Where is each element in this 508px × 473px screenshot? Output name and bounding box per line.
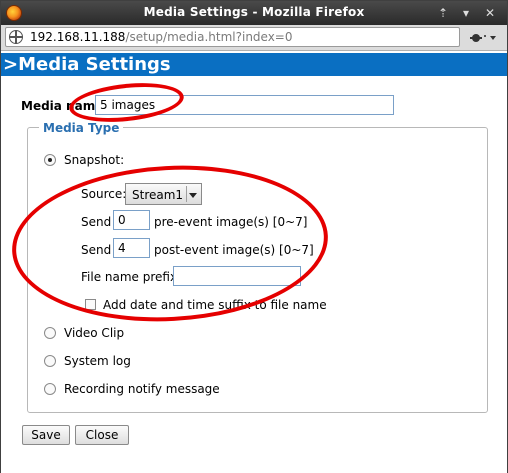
addon-toolbar-icon[interactable] [468,30,498,46]
address-bar: 192.168.11.188/setup/media.html?index=0 [1,25,507,51]
pre-event-input[interactable] [113,210,150,230]
pre-event-label: pre-event image(s) [0~7] [154,215,308,229]
chevron-down-icon [189,193,197,198]
close-button[interactable]: Close [75,425,129,445]
source-select[interactable]: Stream1 [125,183,202,205]
url-host: 192.168.11.188 [30,30,126,44]
snapshot-radio[interactable] [44,154,56,166]
media-type-legend: Media Type [39,121,124,135]
url-path: /setup/media.html?index=0 [125,30,293,44]
snapshot-label: Snapshot: [64,153,125,167]
suffix-checkbox-label: Add date and time suffix to file name [103,298,327,312]
system-log-label: System log [64,354,131,368]
globe-icon [9,30,23,44]
file-prefix-label: File name prefix: [81,270,182,284]
media-name-input[interactable] [95,95,394,115]
title-bar: Media Settings - Mozilla Firefox ⇡ ▾ ✕ [1,1,507,25]
video-clip-label: Video Clip [64,326,125,340]
url-field[interactable]: 192.168.11.188/setup/media.html?index=0 [5,27,460,47]
recording-notify-label: Recording notify message [64,382,220,396]
suffix-checkbox[interactable] [85,299,96,310]
source-label: Source: [81,187,127,201]
page-content: >Media Settings Media name: Media Type S… [1,51,507,473]
page-title: >Media Settings [1,53,507,76]
post-event-label: post-event image(s) [0~7] [154,243,314,257]
video-clip-radio[interactable] [44,327,56,339]
window-title: Media Settings - Mozilla Firefox [143,5,365,19]
source-selected-value: Stream1 [132,188,184,202]
send-post-label: Send [81,243,112,257]
send-pre-label: Send [81,215,112,229]
system-log-radio[interactable] [44,355,56,367]
recording-notify-radio[interactable] [44,383,56,395]
pin-window-button[interactable]: ⇡ [435,5,451,21]
minimize-button[interactable]: ▾ [458,5,474,21]
file-prefix-input[interactable] [173,266,301,286]
post-event-input[interactable] [113,238,150,258]
close-window-button[interactable]: ✕ [482,5,498,21]
browser-window: Media Settings - Mozilla Firefox ⇡ ▾ ✕ 1… [0,0,508,473]
save-button[interactable]: Save [22,425,70,445]
